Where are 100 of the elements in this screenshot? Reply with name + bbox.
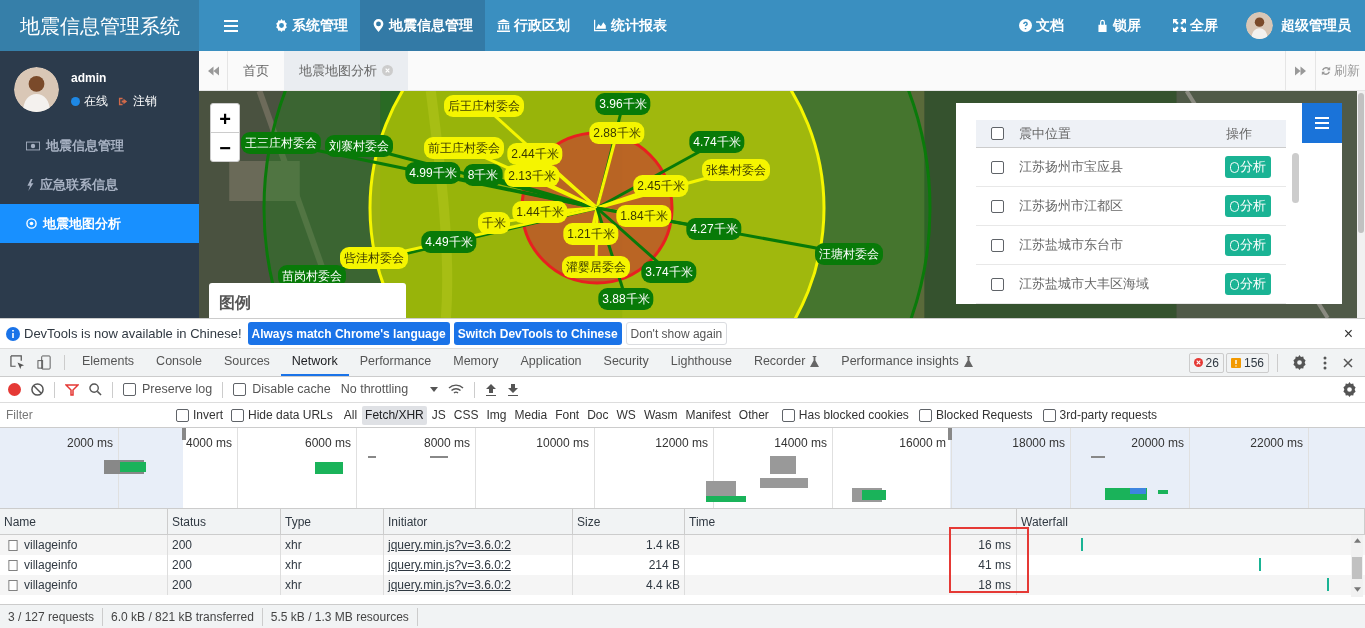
checkbox[interactable]: [991, 160, 1004, 174]
download-icon[interactable]: [507, 383, 520, 396]
checkbox[interactable]: [991, 199, 1004, 213]
page-tab[interactable]: 首页: [228, 51, 284, 90]
devtools-tab[interactable]: Security: [592, 349, 660, 376]
initiator-link[interactable]: jquery.min.js?v=3.6.0:2: [388, 576, 511, 594]
checkbox[interactable]: [918, 408, 932, 422]
wifi-settings-icon[interactable]: [448, 383, 465, 396]
error-count[interactable]: 26: [1188, 352, 1224, 373]
nav-item[interactable]: 地震信息管理: [360, 0, 485, 51]
checkbox[interactable]: [781, 408, 795, 422]
scrollbar-thumb[interactable]: [1358, 93, 1364, 233]
infobar-button[interactable]: Switch DevTools to Chinese: [453, 322, 622, 345]
warning-count[interactable]: 156: [1225, 352, 1269, 373]
table-cell-text: 1.4 kB: [645, 537, 680, 554]
checkbox[interactable]: [233, 383, 247, 396]
checkbox-label: Has blocked cookies: [798, 407, 909, 424]
scrollbar-thumb[interactable]: [1352, 557, 1362, 579]
devtools-tab[interactable]: Performance insights: [830, 349, 984, 376]
page-tab[interactable]: 地震地图分析: [284, 51, 408, 90]
initiator-link[interactable]: jquery.min.js?v=3.6.0:2: [388, 536, 511, 554]
menu-button[interactable]: [1302, 103, 1342, 143]
sidebar-item[interactable]: 地震信息管理: [0, 126, 199, 165]
nav-item[interactable]: 全屏: [1157, 0, 1234, 51]
infobar-button[interactable]: Always match Chrome's language: [247, 322, 450, 345]
type-filter-button[interactable]: CSS: [450, 405, 482, 425]
close-button[interactable]: ×: [1337, 321, 1359, 346]
column-header[interactable]: Size: [577, 512, 601, 531]
type-filter-button[interactable]: Img: [483, 405, 510, 425]
scroll-down-icon[interactable]: [1353, 587, 1361, 592]
column-header[interactable]: Waterfall: [1021, 512, 1068, 531]
devtools-tab[interactable]: Network: [280, 349, 349, 376]
column-header[interactable]: Initiator: [388, 512, 428, 531]
type-filter-button[interactable]: JS: [428, 405, 449, 425]
checkbox[interactable]: [1042, 408, 1056, 422]
inspect-icon[interactable]: [10, 355, 25, 370]
checkbox[interactable]: [991, 238, 1004, 252]
devtools-tab[interactable]: Sources: [213, 349, 281, 376]
nav-item[interactable]: 行政区划: [485, 0, 582, 51]
table-cell[interactable]: villageinfo: [24, 536, 78, 554]
map-label: 2.13千米: [504, 165, 560, 187]
map-label: 刘寨村委会: [325, 135, 393, 157]
table-cell[interactable]: villageinfo: [24, 576, 78, 594]
status-text: 5.5 kB / 1.3 MB resources: [262, 607, 418, 626]
scroll-up-icon[interactable]: [1353, 538, 1361, 543]
checkbox[interactable]: [176, 408, 189, 422]
devtools-tab[interactable]: Console: [145, 349, 213, 376]
nav-item[interactable]: 锁屏: [1080, 0, 1157, 51]
type-filter-button[interactable]: Fetch/XHR: [362, 405, 427, 425]
throttling-select[interactable]: No throttling: [340, 380, 439, 399]
settings-icon[interactable]: [1342, 382, 1357, 397]
checkbox[interactable]: [991, 127, 1004, 140]
close-icon[interactable]: [1343, 357, 1353, 368]
zoom-in-button[interactable]: +: [211, 104, 239, 133]
filter-icon[interactable]: [65, 383, 79, 396]
sidebar-item[interactable]: 应急联系信息: [0, 165, 199, 204]
type-filter-button[interactable]: Other: [735, 405, 772, 425]
devtools-tab[interactable]: Application: [509, 349, 593, 376]
zoom-out-button[interactable]: −: [211, 133, 239, 161]
nav-item[interactable]: 统计报表: [582, 0, 679, 51]
devtools-tab[interactable]: Performance: [348, 349, 443, 376]
search-icon[interactable]: [89, 383, 102, 396]
devtools-tab[interactable]: Memory: [442, 349, 510, 376]
table-cell[interactable]: villageinfo: [24, 556, 78, 574]
clear-icon[interactable]: [31, 383, 44, 396]
settings-icon[interactable]: [1292, 355, 1307, 370]
checkbox[interactable]: [991, 277, 1004, 291]
column-header[interactable]: Status: [172, 512, 207, 531]
info-icon: [6, 326, 20, 341]
devtools-tab[interactable]: Lighthouse: [659, 349, 743, 376]
record-button[interactable]: [8, 383, 21, 396]
type-filter-button[interactable]: Font: [552, 405, 583, 425]
map-label: 4.99千米: [405, 162, 461, 184]
checkbox[interactable]: [123, 383, 136, 396]
more-icon[interactable]: [1323, 355, 1327, 370]
type-filter-button[interactable]: Media: [511, 405, 551, 425]
map-label: 3.96千米: [595, 93, 651, 115]
infobar-button[interactable]: Don't show again: [625, 322, 728, 345]
column-header[interactable]: Name: [4, 512, 36, 531]
column-header[interactable]: Type: [285, 512, 311, 531]
type-filter-button[interactable]: Manifest: [682, 405, 734, 425]
upload-icon[interactable]: [485, 383, 498, 396]
map-label: 8千米: [463, 164, 503, 186]
type-filter-button[interactable]: Doc: [584, 405, 612, 425]
column-header[interactable]: Time: [689, 512, 716, 531]
nav-item[interactable]: 文档: [1003, 0, 1080, 51]
devtools-tab[interactable]: Elements: [71, 349, 146, 376]
type-filter-button[interactable]: Wasm: [640, 405, 681, 425]
type-filter-button[interactable]: All: [340, 405, 361, 425]
user-menu[interactable]: 超级管理员: [1234, 0, 1365, 51]
menu-icon: [224, 19, 238, 32]
checkbox[interactable]: [231, 408, 244, 422]
scrollbar-thumb[interactable]: [1292, 153, 1299, 203]
nav-item[interactable]: 系统管理: [263, 0, 360, 51]
devtools-tab[interactable]: Recorder: [742, 349, 831, 376]
logout-link[interactable]: 注销: [133, 92, 157, 110]
checkbox-label: 3rd-party requests: [1059, 407, 1157, 424]
initiator-link[interactable]: jquery.min.js?v=3.6.0:2: [388, 556, 511, 574]
type-filter-button[interactable]: WS: [613, 405, 639, 425]
device-icon[interactable]: [37, 355, 52, 370]
